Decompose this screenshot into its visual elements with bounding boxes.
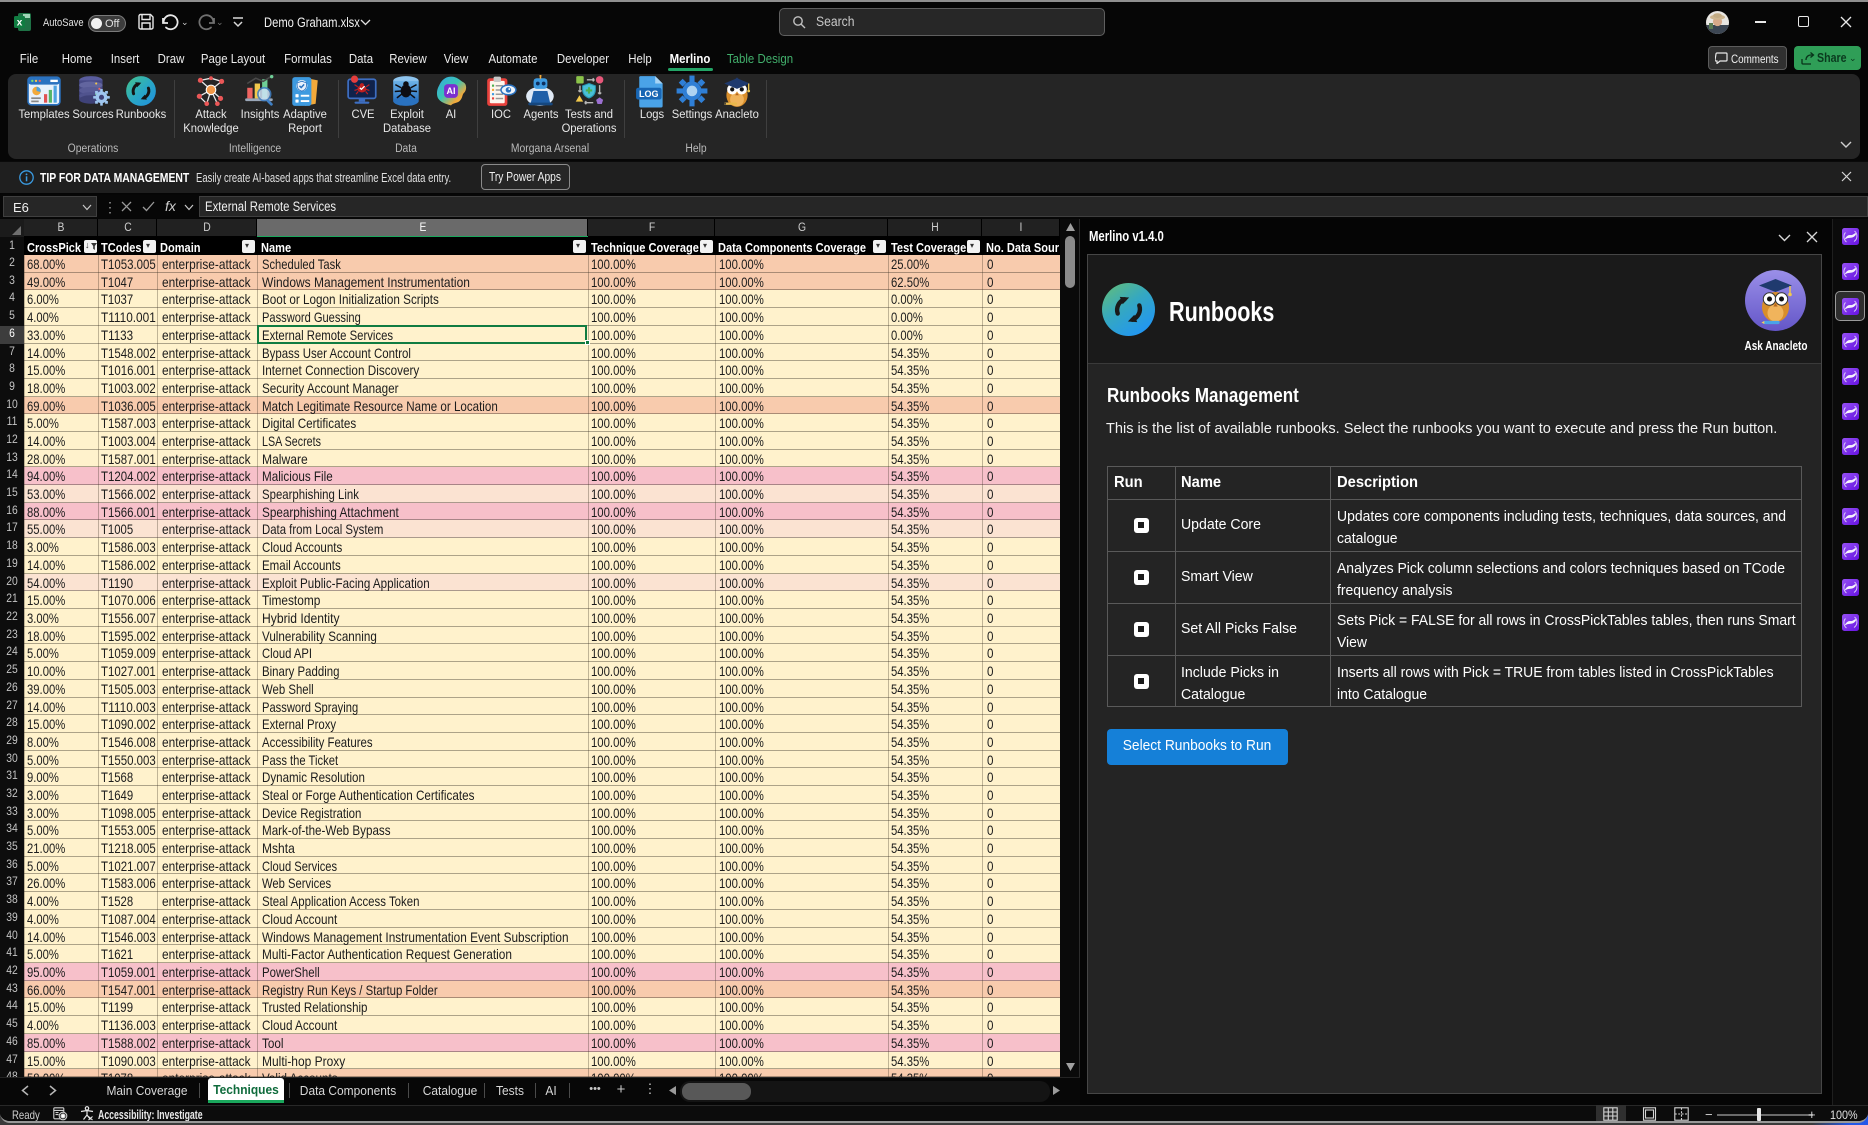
svg-text:x: x xyxy=(17,18,23,29)
svg-text:LOG: LOG xyxy=(639,89,659,99)
svg-text:AI: AI xyxy=(446,86,455,96)
